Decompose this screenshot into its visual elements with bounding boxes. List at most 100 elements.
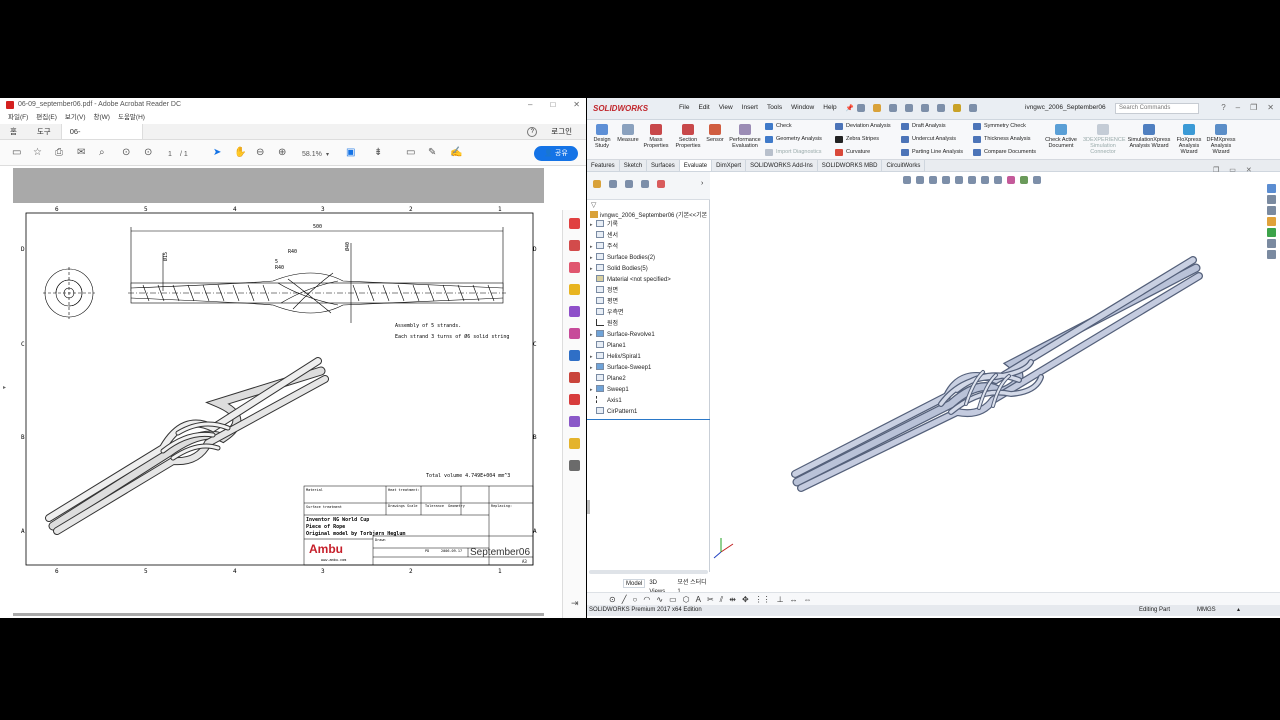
appearances-icon[interactable] [1267,228,1276,237]
previous-view-icon[interactable] [929,176,937,184]
sw-menu-window[interactable]: Window [791,104,814,112]
pdf-file-icon[interactable] [569,394,580,405]
bookmark-star-icon[interactable]: ☆ [33,148,42,158]
email-icon[interactable]: ✉ [77,148,85,158]
zoom-in-icon[interactable]: ⊕ [278,148,286,158]
mass-properties-button[interactable]: Mass Properties [641,124,671,149]
apply-scene-icon[interactable] [1020,176,1028,184]
solidworks-logo[interactable]: SOLIDWORKS [593,104,648,113]
fill-sign-icon[interactable] [569,328,580,339]
select-icon[interactable] [937,104,945,112]
tree-item[interactable]: ▸ Surface Bodies(2) [590,253,655,264]
export-pdf-icon[interactable] [569,262,580,273]
zoom-to-area-icon[interactable] [916,176,924,184]
menu-edit[interactable]: 편집(E) [36,112,57,124]
sign-icon[interactable]: ✍ [450,148,462,158]
hide-show-items-icon[interactable] [994,176,1002,184]
open-file-icon[interactable] [873,104,881,112]
sketch-spline-icon[interactable]: ∿ [656,595,663,604]
fit-page-icon[interactable]: ▣ [346,148,355,158]
units-dropdown-icon[interactable]: ▴ [1237,605,1240,616]
sketch-arc-icon[interactable]: ◠ [643,595,650,604]
tree-item[interactable]: ▸ Surface-Revolve1 [590,330,655,341]
display-manager-icon[interactable] [657,180,665,188]
minimize-icon[interactable]: – [528,98,532,112]
dimxpert-manager-icon[interactable] [641,180,649,188]
design-library-icon[interactable] [1267,195,1276,204]
dynamic-annotation-icon[interactable] [955,176,963,184]
tab-dimxpert[interactable]: DimXpert [712,160,747,171]
custom-properties-icon[interactable] [1267,239,1276,248]
tree-item[interactable]: CirPattern1 [590,407,637,418]
tree-item[interactable]: ▸ Helix/Spiral1 [590,352,641,363]
view-settings-icon[interactable] [1033,176,1041,184]
tree-item[interactable]: 원점 [590,319,618,330]
viewport-tile-icon[interactable]: ▭ [1229,166,1236,174]
sketch-pattern-icon[interactable]: ⋮⋮ [755,595,771,604]
print-icon[interactable]: ⎙ [55,148,63,158]
view-orientation-icon[interactable] [968,176,976,184]
sketch-polygon-icon[interactable]: ⬡ [683,595,690,604]
file-explorer-icon[interactable] [1267,206,1276,215]
combine-files-icon[interactable] [569,372,580,383]
status-units[interactable]: MMGS [1197,605,1216,616]
login-button[interactable]: 로그인 [551,124,572,139]
maximize-icon[interactable]: □ [550,98,555,112]
page-up-icon[interactable]: ⊙ [122,148,130,158]
organize-pages-icon[interactable] [569,306,580,317]
sw-search-input[interactable]: Search Commands [1115,103,1199,114]
sw-resources-icon[interactable] [1267,184,1276,193]
draft-analysis-button[interactable]: Draft Analysis [901,123,946,130]
fm-splitter-handle[interactable] [587,500,590,514]
sketch-rectangle-icon[interactable]: ▭ [669,595,677,604]
sketch-dimension-icon[interactable]: ↔ [790,595,798,604]
sw-minimize-icon[interactable]: – [1236,102,1240,114]
tab-home[interactable]: 홈 [0,124,27,139]
tree-root-part[interactable]: ivngwc_2006_September06 (기본<<기본 [590,210,707,219]
sketch-offset-icon[interactable]: ⫽ [720,595,724,604]
sw-menu-edit[interactable]: Edit [698,104,709,112]
new-file-icon[interactable] [857,104,865,112]
tree-item[interactable]: Axis1 [590,396,622,407]
symmetry-check-button[interactable]: Symmetry Check [973,123,1026,130]
3dexperience-connector-button[interactable]: 3DEXPERIENCE Simulation Connector [1083,124,1126,155]
tree-item[interactable]: 우측면 [590,308,624,319]
tab-evaluate[interactable]: Evaluate [679,160,713,171]
print-file-icon[interactable] [905,104,913,112]
parting-line-analysis-button[interactable]: Parting Line Analysis [901,149,963,156]
compare-documents-button[interactable]: Compare Documents [973,149,1036,156]
tab-tools[interactable]: 도구 [27,124,61,139]
share-button[interactable]: 👤 공유 [534,146,578,161]
thickness-analysis-button[interactable]: Thickness Analysis [973,136,1030,143]
zoom-dropdown-icon[interactable]: ▾ [326,150,329,160]
sw-menu-view[interactable]: View [719,104,733,112]
send-track-icon[interactable] [569,438,580,449]
sketch-point-icon[interactable]: ⊙ [609,595,616,604]
forum-icon[interactable] [1267,250,1276,259]
check-active-document-button[interactable]: Check Active Document [1043,124,1079,149]
save-icon[interactable]: ▭ [12,148,21,158]
sw-close-icon[interactable]: ✕ [1267,102,1274,114]
zoom-out-icon[interactable]: ⊖ [256,148,264,158]
menu-file[interactable]: 파일(F) [8,112,28,124]
floxpress-button[interactable]: FloXpress Analysis Wizard [1173,124,1205,155]
sw-menu-insert[interactable]: Insert [742,104,758,112]
property-manager-icon[interactable] [609,180,617,188]
tab-surfaces[interactable]: Surfaces [647,160,680,171]
graphics-area[interactable] [711,172,1272,578]
edit-appearance-icon[interactable] [1007,176,1015,184]
tab-3d-views[interactable]: 3D Views [649,579,673,595]
tab-circuitworks[interactable]: CircuitWorks [882,160,926,171]
geometry-analysis-button[interactable]: Geometry Analysis [765,136,822,143]
tab-addins[interactable]: SOLIDWORKS Add-Ins [746,160,818,171]
sketch-fix-icon[interactable]: ⇔ [804,595,812,604]
display-style-icon[interactable] [981,176,989,184]
performance-evaluation-button[interactable]: Performance Evaluation [727,124,763,149]
sw-menu-help[interactable]: Help [823,104,836,112]
tree-item[interactable]: Material <not specified> [590,275,671,286]
menu-help[interactable]: 도움말(H) [118,112,145,124]
send-sign-icon[interactable] [569,416,580,427]
scroll-mode-icon[interactable]: ⇟ [374,148,382,158]
sw-help-icon[interactable]: ? [1221,102,1225,114]
sw-menu-file[interactable]: File [679,104,689,112]
